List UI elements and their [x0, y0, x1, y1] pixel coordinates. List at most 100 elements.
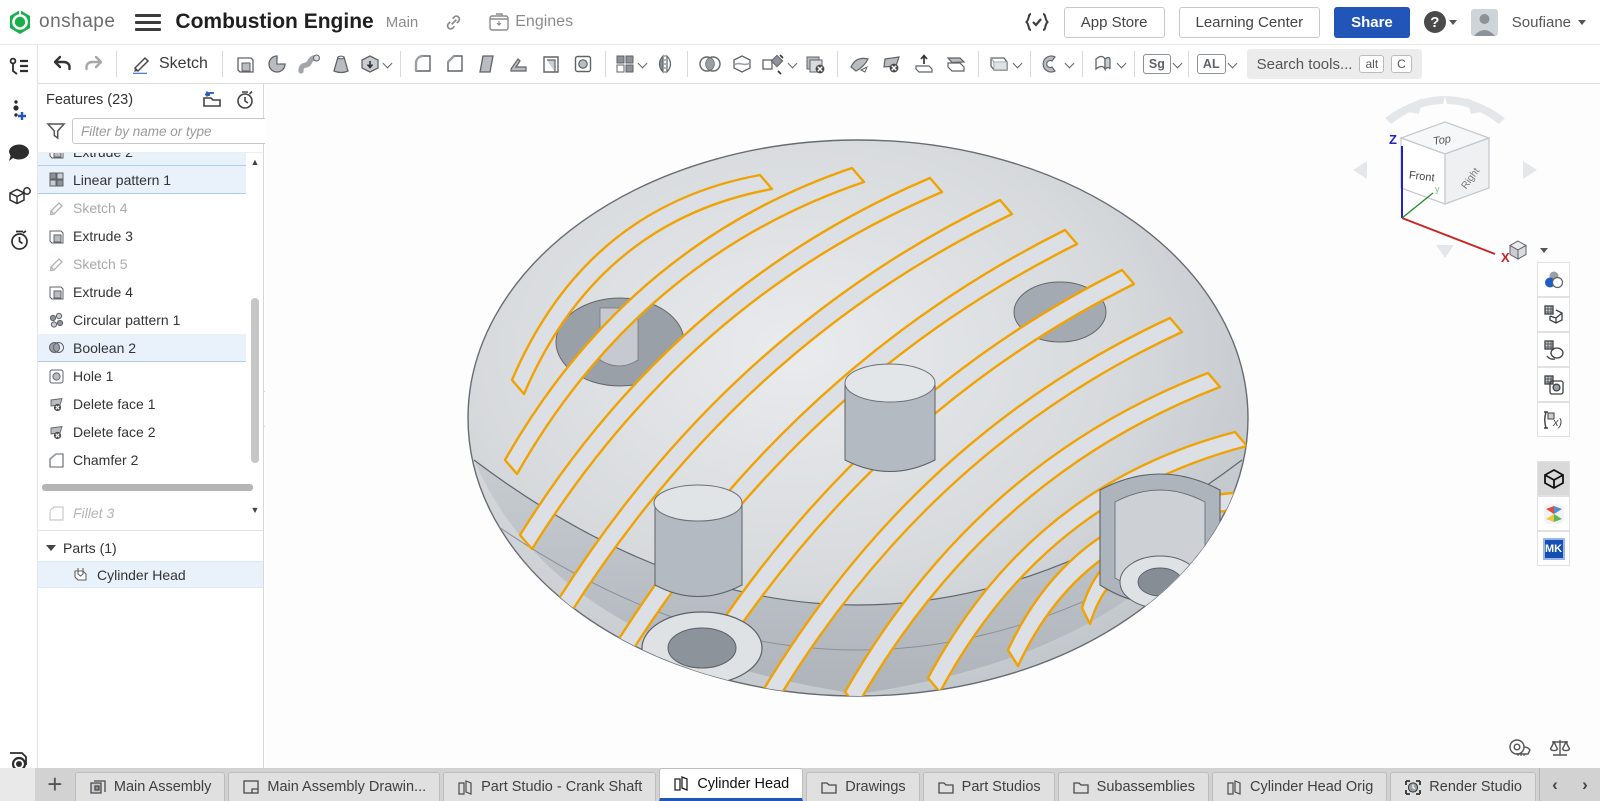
- feature-row[interactable]: Extrude 4: [38, 278, 246, 306]
- hole-icon[interactable]: [567, 48, 599, 80]
- tape-measure-icon[interactable]: [1506, 738, 1532, 758]
- workspace-name[interactable]: Main: [386, 14, 419, 31]
- search-tools[interactable]: Search tools... alt C: [1247, 49, 1422, 79]
- mass-properties-icon[interactable]: [1548, 738, 1572, 758]
- help-menu[interactable]: ?: [1424, 11, 1457, 33]
- create-folder-icon[interactable]: [201, 90, 223, 110]
- fillet-icon[interactable]: [407, 48, 439, 80]
- view-options-menu[interactable]: [1507, 239, 1548, 261]
- app-store-button[interactable]: App Store: [1064, 7, 1165, 38]
- composite-curve-icon[interactable]: [1037, 48, 1076, 80]
- share-button[interactable]: Share: [1334, 7, 1410, 38]
- feature-row[interactable]: Hole 1: [38, 362, 246, 390]
- featurescript-icon[interactable]: x): [1537, 402, 1570, 437]
- feature-row[interactable]: Delete face 2: [38, 418, 246, 446]
- feature-row[interactable]: Extrude 2: [38, 153, 246, 166]
- feature-row[interactable]: Delete face 1: [38, 390, 246, 418]
- tab-scroll-right-icon[interactable]: ›: [1570, 775, 1600, 795]
- scroll-down-icon[interactable]: ▼: [250, 505, 260, 515]
- feature-row[interactable]: Circular pattern 1: [38, 306, 246, 334]
- delete-part-icon[interactable]: [799, 48, 831, 80]
- rib-icon[interactable]: [503, 48, 535, 80]
- mirror-icon[interactable]: [649, 48, 681, 80]
- tab-main-assembly[interactable]: Main Assembly: [75, 772, 226, 801]
- redo-icon[interactable]: [78, 48, 110, 80]
- pinwheel-app-icon[interactable]: [1537, 496, 1570, 531]
- boolean-icon[interactable]: [694, 48, 726, 80]
- help-icon: ?: [1424, 11, 1446, 33]
- tab-cylinder-head[interactable]: Cylinder Head: [659, 768, 803, 801]
- appearance-icon[interactable]: [1537, 262, 1570, 297]
- parts-header[interactable]: Parts (1): [38, 535, 263, 561]
- revolve-icon[interactable]: [261, 48, 293, 80]
- custom-group-icon[interactable]: AL: [1195, 48, 1228, 80]
- filter-input[interactable]: [72, 118, 269, 144]
- cylinder-head-model[interactable]: [460, 130, 1255, 702]
- fillet-icon: [48, 505, 65, 522]
- cube-app-icon[interactable]: [1537, 461, 1570, 496]
- versions-code-icon[interactable]: [1024, 11, 1050, 33]
- loft-icon[interactable]: [325, 48, 357, 80]
- tab-render-studio[interactable]: Render Studio: [1390, 772, 1536, 801]
- mk-app-icon[interactable]: MK: [1537, 531, 1570, 566]
- tab-part-studios[interactable]: Part Studios: [923, 772, 1055, 801]
- learning-center-button[interactable]: Learning Center: [1179, 7, 1321, 38]
- transform-icon[interactable]: [758, 48, 799, 80]
- feature-row[interactable]: Linear pattern 1: [38, 166, 246, 194]
- assembly-icon: [89, 779, 107, 796]
- top-bar: onshape Combustion Engine Main Engines A…: [0, 0, 1600, 45]
- rollback-bar[interactable]: [42, 484, 253, 491]
- tab-scroll-left-icon[interactable]: ‹: [1540, 775, 1570, 795]
- tab-part-studio-crank-shaft[interactable]: Part Studio - Crank Shaft: [443, 772, 656, 801]
- section-view-icon[interactable]: [1537, 332, 1570, 367]
- feature-row[interactable]: Fillet 3: [38, 499, 246, 527]
- move-face-icon[interactable]: [908, 48, 940, 80]
- feature-row[interactable]: Sketch 4: [38, 194, 246, 222]
- linear-pattern-icon[interactable]: [612, 48, 649, 80]
- graphics-area[interactable]: Top Front Right Z X y x): [265, 84, 1600, 768]
- named-views-icon[interactable]: [1537, 297, 1570, 332]
- rollback-history-icon[interactable]: [235, 90, 255, 110]
- scroll-up-icon[interactable]: ▲: [250, 157, 260, 167]
- shortcut-c-key: C: [1391, 55, 1412, 73]
- extrude-icon[interactable]: [229, 48, 261, 80]
- extrude-icon: [48, 228, 65, 245]
- sheet-metal-group-icon[interactable]: Sg: [1141, 48, 1173, 80]
- delete-face-icon[interactable]: [876, 48, 908, 80]
- user-menu[interactable]: Soufiane: [1512, 14, 1586, 31]
- tab-main-assembly-drawing[interactable]: Main Assembly Drawin...: [228, 772, 440, 801]
- image-grid-icon[interactable]: [1537, 367, 1570, 402]
- tab-subassemblies[interactable]: Subassemblies: [1058, 772, 1209, 801]
- draft-icon[interactable]: [471, 48, 503, 80]
- feature-row[interactable]: Extrude 3: [38, 222, 246, 250]
- thicken-icon[interactable]: [357, 48, 394, 80]
- main-menu-icon[interactable]: [135, 14, 161, 31]
- undo-icon[interactable]: [46, 48, 78, 80]
- linear-pattern-icon: [48, 171, 65, 188]
- feature-row[interactable]: Chamfer 2: [38, 446, 246, 474]
- surface-icon[interactable]: [1089, 48, 1128, 80]
- onshape-logo[interactable]: onshape: [0, 9, 129, 35]
- extrude-icon: [48, 284, 65, 301]
- tab-cylinder-head-orig[interactable]: Cylinder Head Orig: [1212, 772, 1387, 801]
- filter-icon[interactable]: [46, 122, 66, 140]
- tab-drawings[interactable]: Drawings: [806, 772, 919, 801]
- plane-icon[interactable]: [985, 48, 1024, 80]
- part-row[interactable]: Cylinder Head: [38, 561, 263, 588]
- split-icon[interactable]: [726, 48, 758, 80]
- new-tab-button[interactable]: +: [35, 768, 75, 801]
- user-avatar[interactable]: [1471, 9, 1498, 36]
- shell-icon[interactable]: [535, 48, 567, 80]
- chamfer-icon[interactable]: [439, 48, 471, 80]
- features-panel-title: Features (23): [46, 92, 133, 108]
- feature-list-scrollbar[interactable]: ▲ ▼: [249, 153, 261, 530]
- sweep-icon[interactable]: [293, 48, 325, 80]
- scrollbar-thumb[interactable]: [251, 298, 259, 463]
- offset-surface-icon[interactable]: [940, 48, 972, 80]
- feature-row[interactable]: Sketch 5: [38, 250, 246, 278]
- modify-fillet-icon[interactable]: [844, 48, 876, 80]
- feature-row[interactable]: Boolean 2: [38, 334, 246, 362]
- share-link-icon[interactable]: [444, 13, 463, 32]
- document-location[interactable]: Engines: [489, 13, 573, 31]
- sketch-button[interactable]: Sketch: [123, 48, 216, 80]
